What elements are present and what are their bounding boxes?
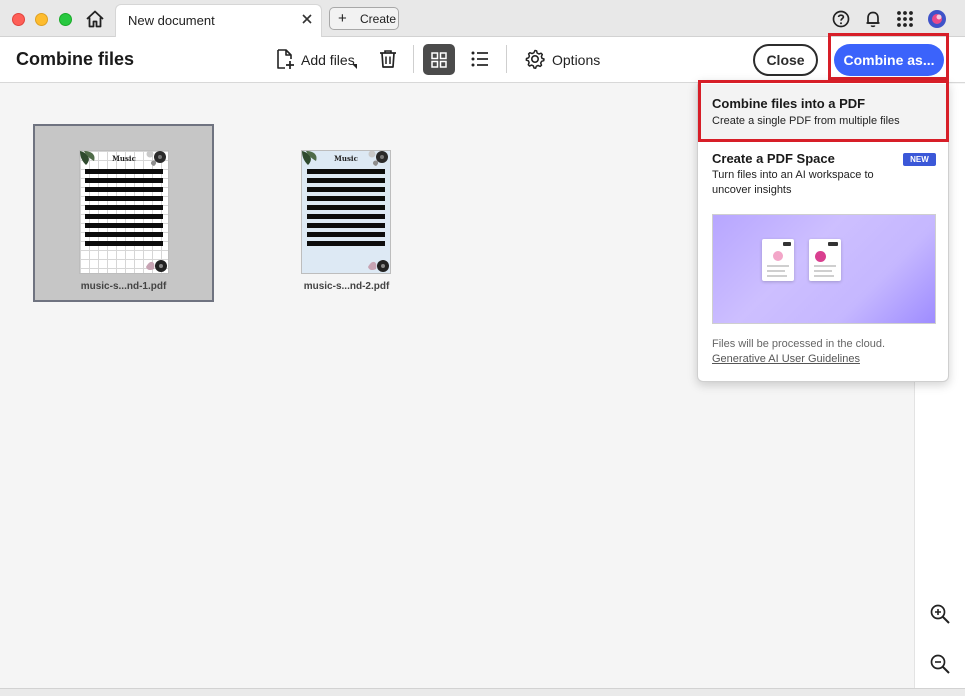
add-files-button[interactable]: Add files	[274, 48, 360, 72]
document-illustration	[809, 239, 841, 281]
window-minimize-button[interactable]	[35, 13, 48, 26]
bell-icon[interactable]	[863, 9, 883, 29]
staff-line	[307, 187, 385, 192]
new-badge: NEW	[903, 153, 936, 166]
staff-line	[85, 232, 163, 237]
menu-item-description: uncover insights	[712, 184, 792, 196]
menu-item-description: Turn files into an AI workspace to	[712, 169, 874, 181]
toolbar-divider	[506, 45, 507, 73]
menu-item-title: Create a PDF Space	[712, 151, 835, 166]
title-bar: New document + Create	[0, 0, 965, 37]
highlight-box	[828, 33, 949, 80]
create-button[interactable]: + Create	[329, 7, 399, 30]
staff-line	[307, 196, 385, 201]
grid-view-icon	[431, 52, 447, 68]
tab-new-document[interactable]: New document	[115, 4, 322, 37]
file-name: music-s...nd-2.pdf	[303, 281, 390, 292]
home-icon[interactable]	[84, 8, 106, 30]
staff-line	[85, 214, 163, 219]
file-card[interactable]: Music music-s...nd-2.pdf	[256, 124, 437, 302]
options-label: Options	[552, 52, 601, 68]
staff-line	[307, 232, 385, 237]
apps-grid-icon[interactable]	[895, 9, 915, 29]
add-files-label: Add files	[301, 52, 355, 68]
help-icon[interactable]	[831, 9, 851, 29]
tab-title: New document	[128, 13, 215, 28]
create-label: Create	[360, 12, 397, 26]
thumbnail-title: Music	[112, 154, 136, 163]
page-title: Combine files	[16, 49, 135, 69]
staff-line	[85, 178, 163, 183]
grid-view-button[interactable]	[423, 44, 455, 75]
thumbnail-title: Music	[334, 154, 358, 163]
toolbar: Combine files Add files Options Close Co…	[0, 37, 965, 83]
list-view-icon[interactable]	[469, 48, 491, 70]
staff-line	[85, 205, 163, 210]
zoom-in-icon[interactable]	[929, 603, 951, 625]
staff-line	[307, 178, 385, 183]
avatar[interactable]	[927, 9, 947, 29]
staff-line	[85, 223, 163, 228]
staff-line	[307, 205, 385, 210]
window-close-button[interactable]	[12, 13, 25, 26]
close-icon[interactable]	[301, 13, 313, 25]
staff-line	[85, 169, 163, 174]
staff-line	[307, 169, 385, 174]
staff-line	[307, 223, 385, 228]
caret-down-icon	[352, 64, 357, 69]
file-name: music-s...nd-1.pdf	[80, 281, 167, 292]
plus-icon: +	[338, 10, 347, 27]
pdf-space-illustration	[712, 214, 936, 324]
add-file-icon	[277, 49, 294, 69]
trash-icon[interactable]	[377, 48, 399, 70]
staff-line	[307, 214, 385, 219]
window-zoom-button[interactable]	[59, 13, 72, 26]
gear-icon	[525, 49, 545, 69]
staff-line	[85, 241, 163, 246]
close-button[interactable]: Close	[753, 44, 818, 76]
file-thumbnail: Music	[302, 151, 390, 273]
highlight-box	[698, 80, 949, 142]
staff-line	[307, 241, 385, 246]
zoom-out-icon[interactable]	[929, 653, 951, 675]
staff-line	[85, 196, 163, 201]
staff-line	[85, 187, 163, 192]
ai-guidelines-link[interactable]: Generative AI User Guidelines	[712, 353, 860, 365]
toolbar-divider	[413, 45, 414, 73]
flower-decoration-icon	[368, 260, 389, 272]
file-thumbnail: Music	[80, 151, 168, 273]
cloud-processing-note: Files will be processed in the cloud.	[712, 338, 886, 350]
status-bar	[0, 688, 965, 696]
file-card[interactable]: Music music-s...nd-1.pdf	[33, 124, 214, 302]
flower-decoration-icon	[146, 260, 167, 272]
options-button[interactable]: Options	[524, 48, 604, 72]
document-illustration	[762, 239, 794, 281]
